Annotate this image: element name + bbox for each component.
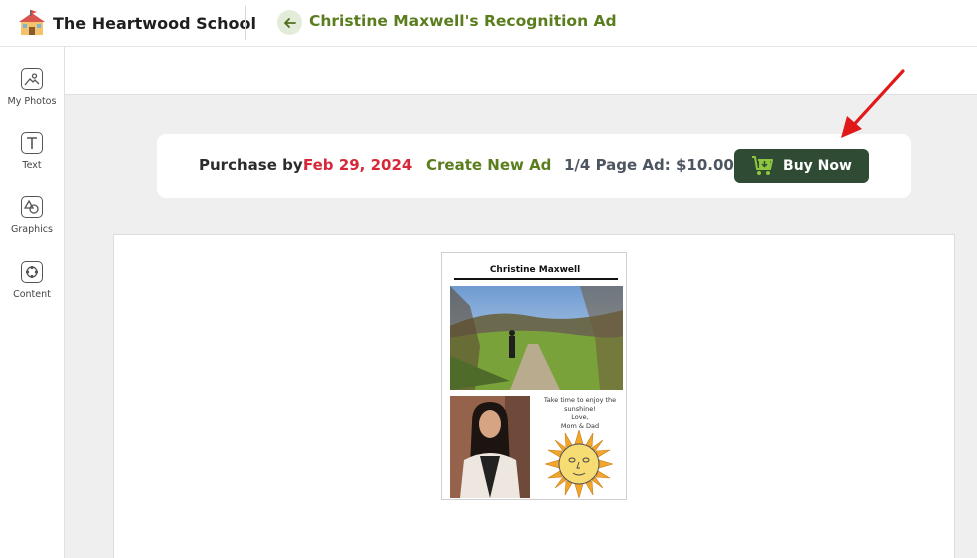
school-icon: [19, 10, 45, 35]
ad-message-line: Take time to enjoy the: [543, 396, 617, 404]
ad-message: Take time to enjoy the sunshine! Love, M…: [540, 396, 620, 430]
arrow-left-icon: [283, 17, 296, 28]
ad-message-line: sunshine!: [564, 404, 596, 413]
buy-now-label: Buy Now: [783, 158, 852, 174]
purchase-by-label: Purchase by:: [199, 156, 309, 174]
ad-message-line: Mom & Dad: [560, 421, 600, 430]
sidebar-item-graphics[interactable]: Graphics: [0, 196, 64, 254]
buy-now-button[interactable]: Buy Now: [734, 149, 869, 183]
cart-icon: [752, 156, 774, 175]
ad-price: 1/4 Page Ad: $10.00: [564, 156, 734, 174]
text-icon: [21, 132, 43, 154]
portrait-photo[interactable]: [450, 396, 530, 498]
school-name: The Heartwood School: [53, 13, 256, 33]
sidebar-item-label: Text: [22, 160, 42, 171]
pointer-arrow-icon: [841, 69, 905, 138]
content-icon: [21, 261, 43, 283]
ad-student-name: Christine Maxwell: [489, 265, 581, 275]
sidebar-item-my-photos[interactable]: My Photos: [0, 68, 64, 126]
sidebar-item-text[interactable]: Text: [0, 132, 64, 190]
ad-message-line: Love,: [571, 413, 589, 421]
purchase-deadline: Feb 29, 2024: [303, 156, 413, 174]
sidebar-item-label: Content: [13, 289, 51, 300]
create-new-ad-link[interactable]: Create New Ad: [426, 156, 551, 174]
top-header: The Heartwood School Christine Maxwell's…: [0, 0, 977, 47]
sun-graphic[interactable]: [545, 430, 613, 498]
back-button[interactable]: [277, 10, 302, 35]
school-brand[interactable]: The Heartwood School: [18, 10, 256, 36]
page-title: Christine Maxwell's Recognition Ad: [309, 12, 617, 30]
sidebar-item-content[interactable]: Content: [0, 261, 64, 319]
sidebar-item-label: Graphics: [11, 224, 53, 235]
landscape-photo[interactable]: [450, 286, 623, 390]
purchase-bar: Purchase by: Feb 29, 2024 Create New Ad …: [157, 134, 911, 198]
ad-preview[interactable]: Christine Maxwell Take time to enjoy the…: [441, 252, 627, 500]
header-divider: [245, 6, 246, 40]
sidebar: My Photos Text Graphics Content: [0, 47, 65, 558]
photos-icon: [21, 68, 43, 90]
graphics-icon: [21, 196, 43, 218]
sidebar-item-label: My Photos: [7, 96, 57, 107]
ad-divider: [454, 278, 618, 280]
